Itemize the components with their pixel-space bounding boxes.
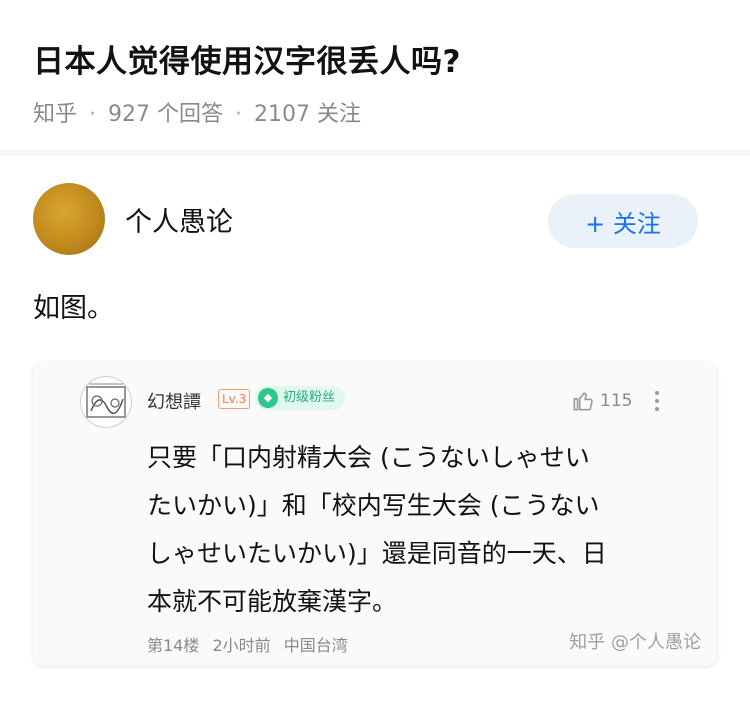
fan-badge-label: 初级粉丝: [283, 390, 336, 405]
comment-body: 只要「口内射精大会 (こうないしゃせい たいかい)」和「校内写生大会 (こうない…: [147, 434, 657, 626]
like-count: 115: [600, 391, 633, 411]
question-title[interactable]: 日本人觉得使用汉字很丢人吗?: [33, 36, 461, 81]
question-meta: 知乎 · 927 个回答 · 2107 关注: [33, 102, 362, 127]
comment-line: しゃせいたいかい)」還是同音的一天、日: [147, 539, 607, 568]
comment-location: 中国台湾: [283, 636, 348, 655]
diamond-icon: ◆: [258, 388, 278, 408]
source-label[interactable]: 知乎: [33, 102, 77, 127]
author-avatar[interactable]: [33, 183, 105, 255]
fan-badge: ◆ 初级粉丝: [255, 386, 346, 410]
comment-floor: 第14楼: [147, 636, 200, 655]
question-header: 日本人觉得使用汉字很丢人吗? 知乎 · 927 个回答 · 2107 关注: [0, 0, 750, 150]
like-button[interactable]: 115: [570, 388, 632, 414]
comment-line: 只要「口内射精大会 (こうないしゃせい: [147, 443, 590, 472]
answer-text: 如图。: [33, 293, 114, 324]
answers-count: 927: [108, 102, 151, 127]
thumbs-up-icon: [573, 392, 593, 411]
answers-label[interactable]: 个回答: [157, 102, 223, 127]
follow-button[interactable]: + 关注: [548, 194, 698, 248]
comment-line: たいかい)」和「校内写生大会 (こうない: [147, 491, 600, 520]
followers-label[interactable]: 关注: [317, 102, 361, 127]
commenter-avatar: [80, 376, 132, 428]
level-badge: Lv.3: [218, 389, 251, 409]
follow-button-label: + 关注: [585, 209, 661, 238]
comment-line: 本就不可能放棄漢字。: [147, 587, 398, 616]
more-vertical-icon[interactable]: [648, 386, 666, 416]
followers-count: 2107: [254, 102, 311, 127]
watermark: 知乎 @个人愚论: [569, 632, 701, 653]
comment-screenshot-card: 幻想譚 Lv.3 ◆ 初级粉丝 115 只要「口内射精大会 (こうないしゃせい …: [33, 362, 717, 666]
answer-author-row: 个人愚论 + 关注: [0, 156, 750, 266]
comment-time: 2小时前: [212, 636, 271, 655]
commenter-name[interactable]: 幻想譚: [147, 388, 201, 414]
author-name[interactable]: 个人愚论: [125, 200, 233, 239]
comment-footer: 第14楼 2小时前 中国台湾: [147, 632, 356, 656]
